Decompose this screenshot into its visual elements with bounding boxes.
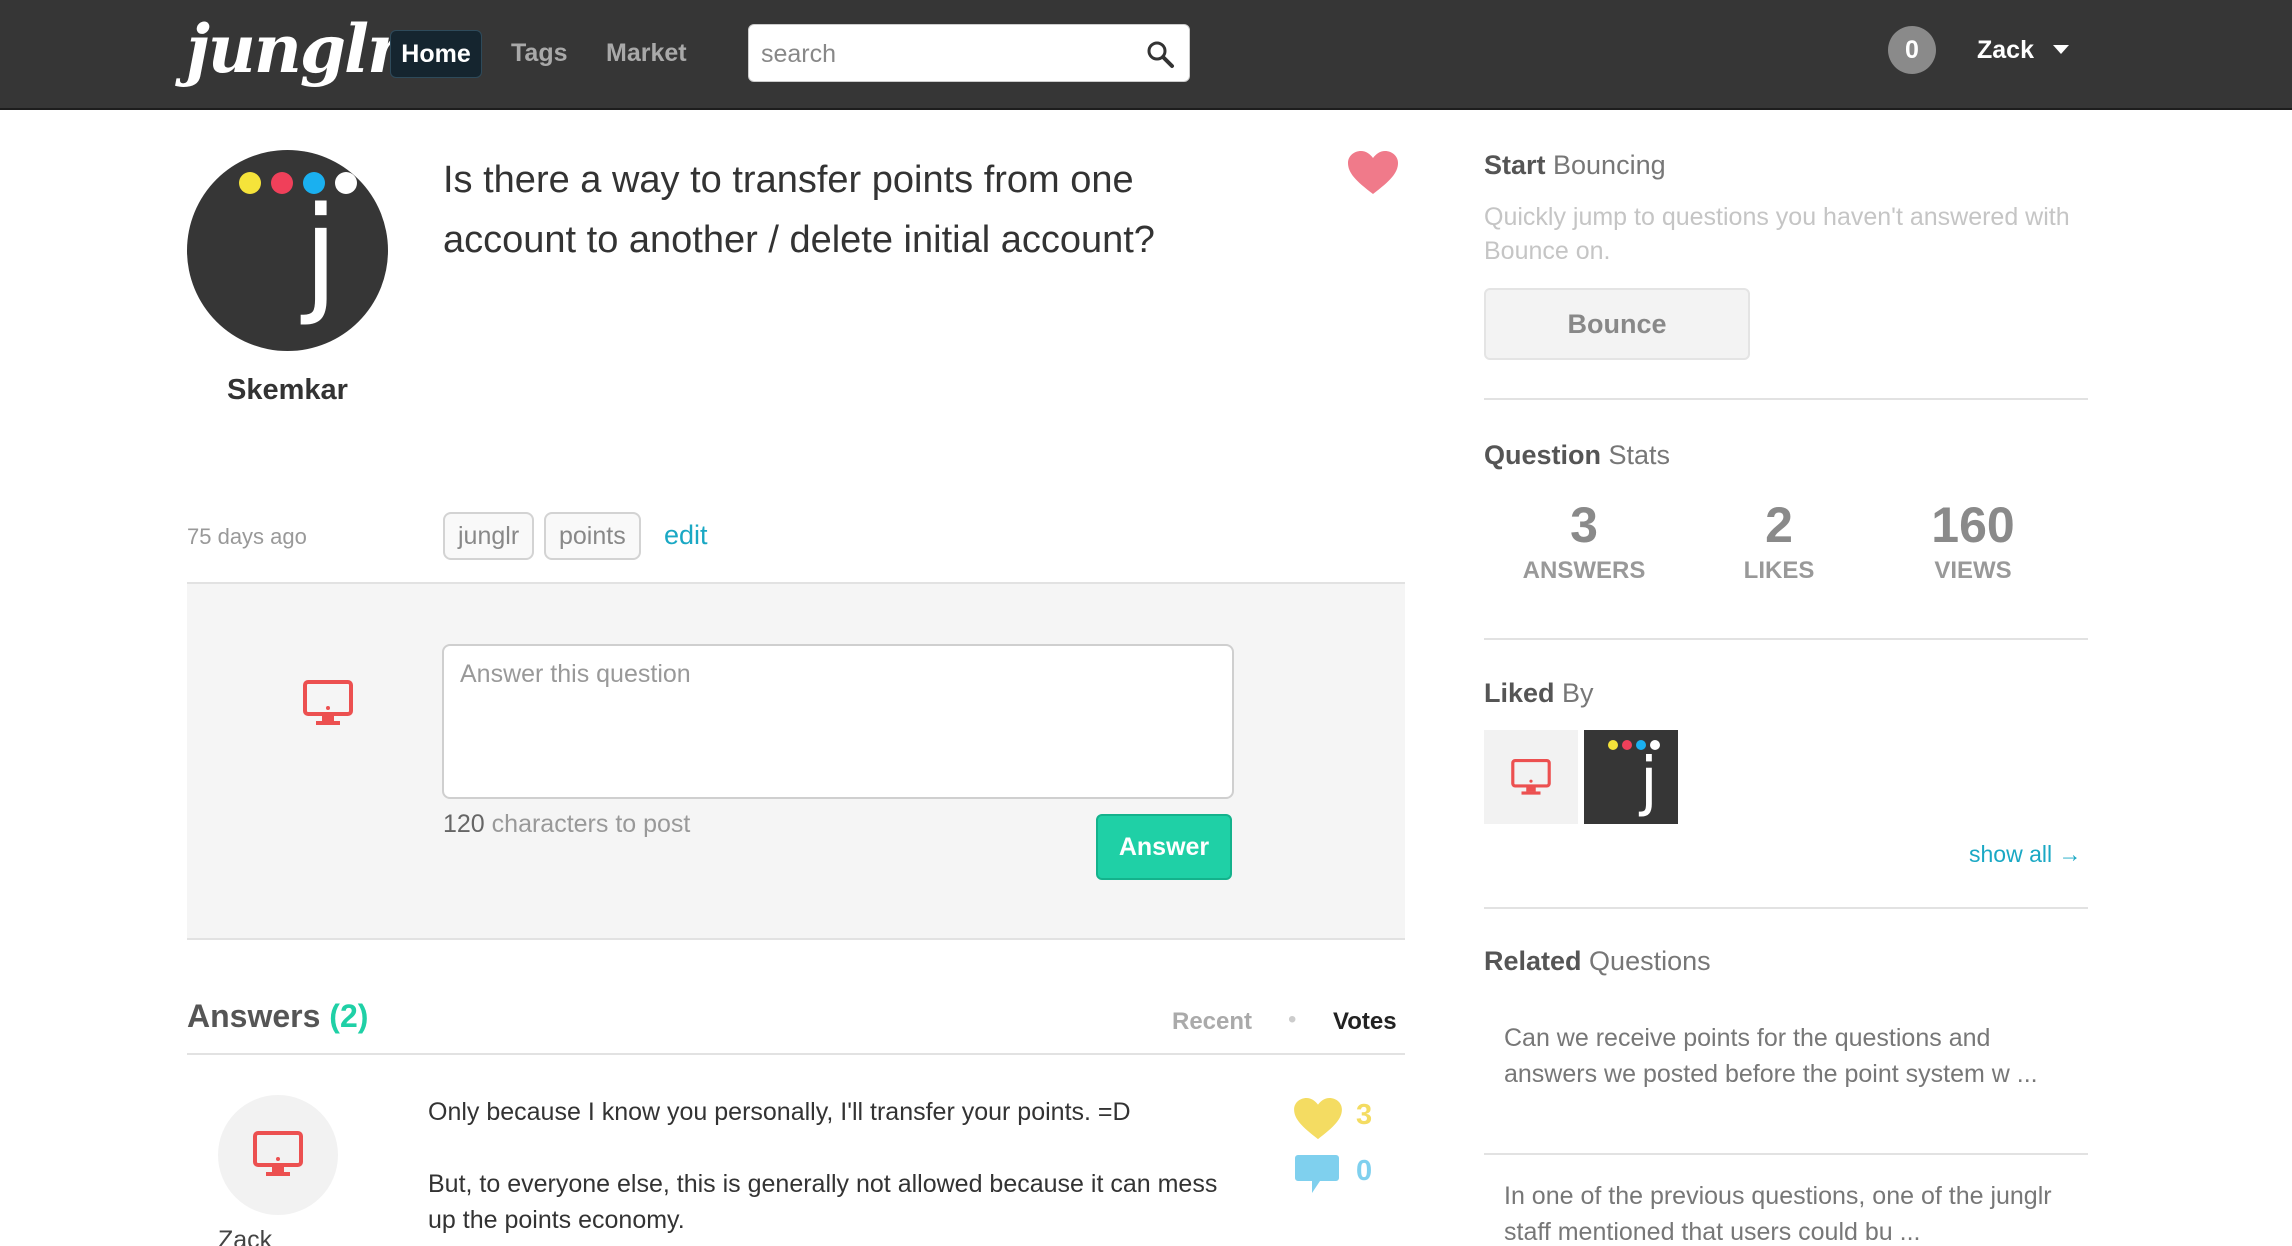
- question-title: Is there a way to transfer points from o…: [443, 159, 1155, 261]
- user-menu-name[interactable]: Zack: [1977, 30, 2034, 70]
- stat-views-label: VIEWS: [1934, 557, 2012, 584]
- answers-count: (2): [329, 998, 369, 1034]
- stat-answers-value: 3: [1570, 497, 1598, 553]
- nav-tags-link[interactable]: Tags: [511, 30, 568, 78]
- answer-button[interactable]: Answer: [1096, 814, 1232, 880]
- stat-answers: 3 ANSWERS: [1484, 495, 1684, 585]
- speech-bubble-icon[interactable]: [1294, 1153, 1340, 1195]
- answer-like-count: 3: [1356, 1099, 1373, 1131]
- liked-by-heading-rest: By: [1554, 678, 1594, 708]
- liked-by-heading: Liked By: [1484, 678, 1594, 709]
- divider: [1484, 398, 2088, 400]
- top-navbar: junglr Home Tags Market 0 Zack: [0, 0, 2292, 110]
- bounce-heading-rest: Bouncing: [1545, 150, 1666, 180]
- tag-junglr[interactable]: junglr: [443, 512, 535, 560]
- author-name[interactable]: Skemkar: [187, 374, 388, 407]
- sort-votes-tab[interactable]: Votes: [1333, 1008, 1397, 1036]
- stats-heading: Question Stats: [1484, 440, 1670, 471]
- avatar-letter: j: [303, 180, 339, 329]
- stat-views: 160 VIEWS: [1873, 495, 2073, 585]
- heart-like-icon[interactable]: [1292, 1097, 1344, 1141]
- nav-market-link[interactable]: Market: [606, 30, 687, 78]
- divider: [1484, 1153, 2088, 1155]
- divider: [1484, 907, 2088, 909]
- stat-views-value: 160: [1931, 497, 2015, 553]
- search-box: [748, 24, 1190, 82]
- avatar-letter: j: [1640, 745, 1658, 819]
- monitor-icon: [253, 1131, 303, 1176]
- junglr-logo[interactable]: junglr: [186, 4, 402, 94]
- answer-comment-count: 0: [1356, 1155, 1373, 1187]
- tag-points[interactable]: points: [544, 512, 641, 560]
- points-badge[interactable]: 0: [1888, 26, 1936, 74]
- avatar-dot: [239, 172, 261, 194]
- answer-username[interactable]: Zack: [218, 1226, 278, 1246]
- bounce-description: Quickly jump to questions you haven't an…: [1484, 203, 2070, 265]
- related-heading: Related Questions: [1484, 946, 1711, 977]
- sort-recent-tab[interactable]: Recent: [1172, 1008, 1252, 1036]
- answer-avatar[interactable]: [218, 1095, 338, 1215]
- stat-likes-label: LIKES: [1743, 557, 1815, 584]
- avatar-dot: [1622, 740, 1632, 750]
- author-avatar[interactable]: j: [187, 150, 388, 351]
- bounce-heading-bold: Start: [1484, 150, 1546, 180]
- answer-form: 120 characters to post Answer: [187, 582, 1405, 940]
- char-count-text: 120 characters to post: [443, 810, 690, 839]
- divider: [187, 1053, 1405, 1055]
- answer-body: Only because I know you personally, I'll…: [428, 1094, 1228, 1246]
- avatar-dot: [1608, 740, 1618, 750]
- answers-heading: Answers (2): [187, 998, 368, 1035]
- bounce-button[interactable]: Bounce: [1484, 288, 1750, 360]
- stats-heading-rest: Stats: [1601, 440, 1671, 470]
- search-input[interactable]: [761, 35, 1131, 73]
- liker-avatar[interactable]: [1484, 730, 1578, 824]
- related-heading-bold: Related: [1484, 946, 1582, 976]
- related-question-link[interactable]: In one of the previous questions, one of…: [1504, 1178, 2084, 1246]
- stats-heading-bold: Question: [1484, 440, 1602, 470]
- answer-textarea[interactable]: [442, 644, 1234, 799]
- stat-likes: 2 LIKES: [1679, 495, 1879, 585]
- related-question-link[interactable]: Can we receive points for the questions …: [1504, 1020, 2084, 1092]
- sort-separator: •: [1288, 1006, 1297, 1033]
- stat-likes-value: 2: [1765, 497, 1793, 553]
- question-time-ago: 75 days ago: [187, 524, 307, 549]
- monitor-icon: [1511, 759, 1551, 795]
- bounce-heading: Start Bouncing: [1484, 150, 1666, 181]
- related-heading-rest: Questions: [1581, 946, 1711, 976]
- answer-paragraph: Only because I know you personally, I'll…: [428, 1098, 1131, 1126]
- nav-home-button[interactable]: Home: [390, 30, 482, 78]
- avatar-dot: [271, 172, 293, 194]
- monitor-icon: [303, 680, 353, 725]
- search-icon[interactable]: [1145, 39, 1175, 69]
- heart-icon[interactable]: [1346, 150, 1400, 196]
- liker-avatar[interactable]: j: [1584, 730, 1678, 824]
- show-all-link[interactable]: show all →: [1969, 841, 2081, 868]
- answer-paragraph: But, to everyone else, this is generally…: [428, 1170, 1218, 1234]
- divider: [1484, 638, 2088, 640]
- edit-tags-link[interactable]: edit: [664, 520, 708, 551]
- stat-answers-label: ANSWERS: [1522, 557, 1646, 584]
- caret-down-icon[interactable]: [2053, 45, 2069, 54]
- char-count-number: 120: [443, 810, 485, 838]
- answers-heading-label: Answers: [187, 998, 321, 1034]
- liked-by-heading-bold: Liked: [1484, 678, 1555, 708]
- char-count-suffix: characters to post: [484, 810, 691, 838]
